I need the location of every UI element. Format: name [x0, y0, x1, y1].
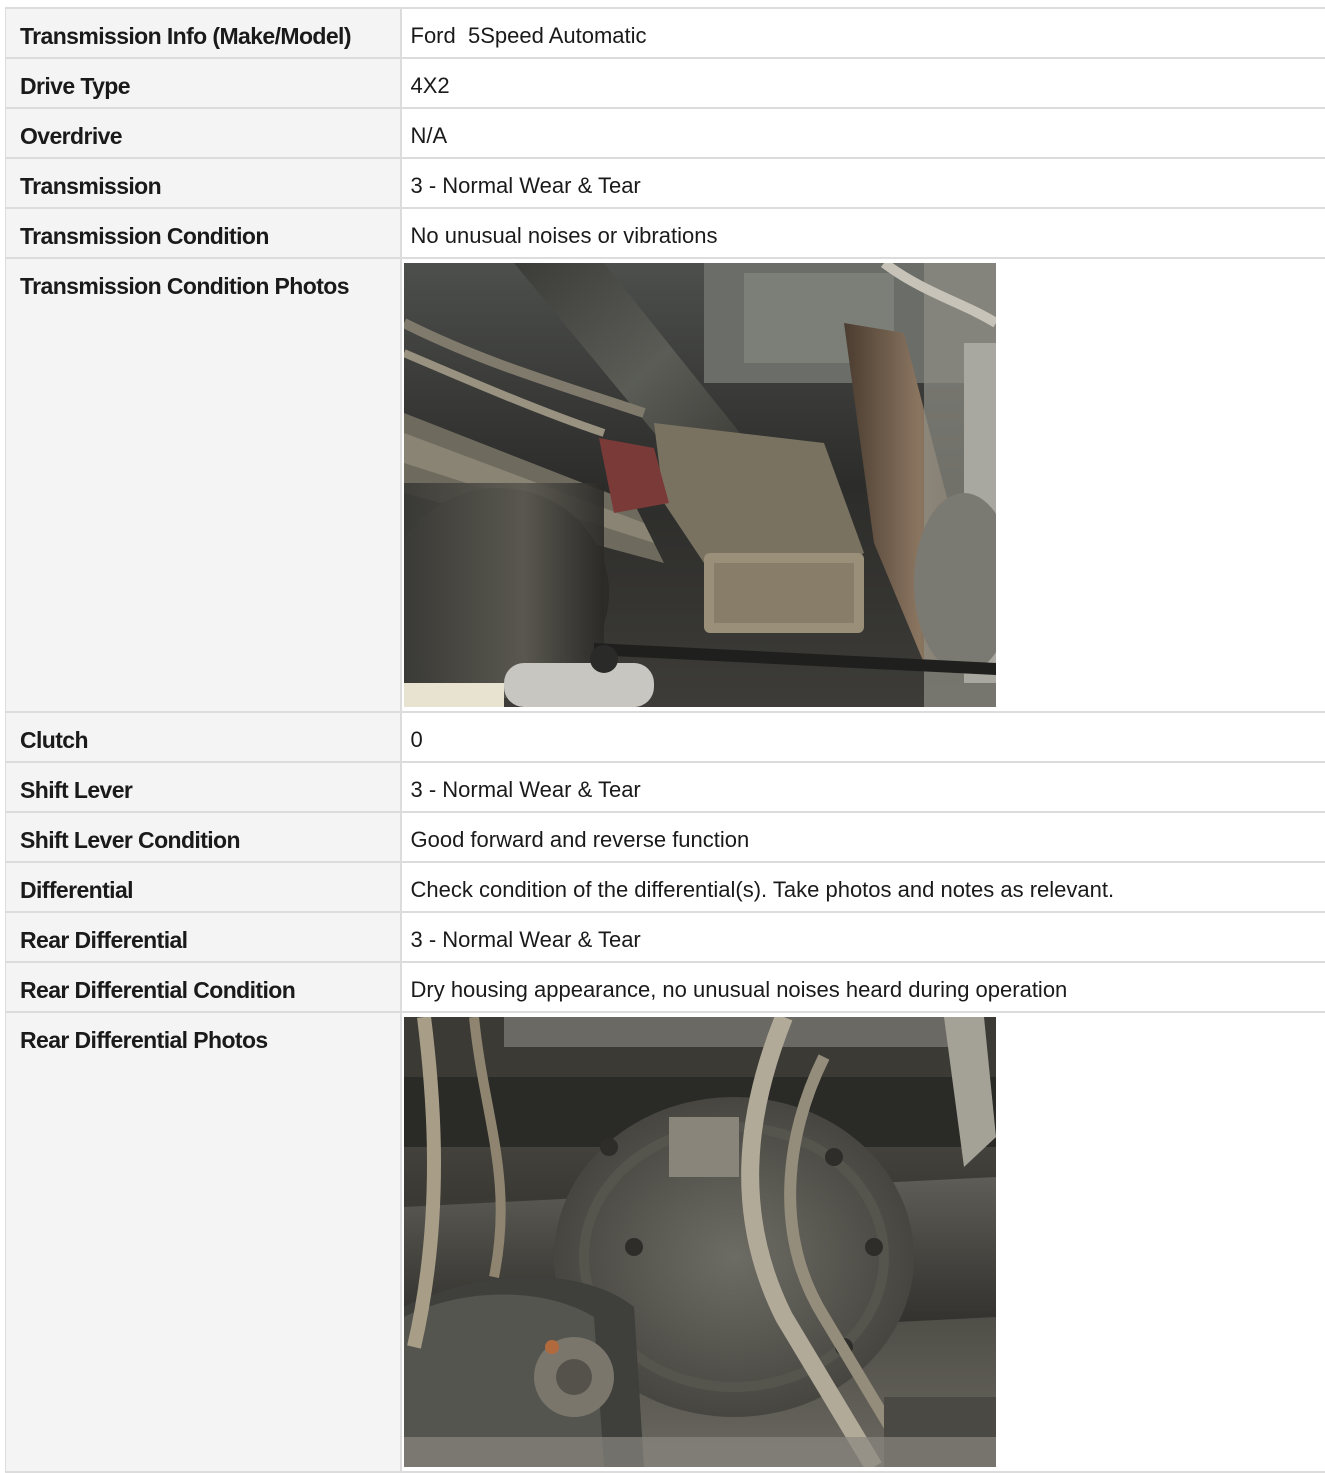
table-row: Transmission 3 - Normal Wear & Tear — [6, 158, 1325, 208]
table-row: Transmission Condition No unusual noises… — [6, 208, 1325, 258]
row-label: Transmission Info (Make/Model) — [6, 8, 401, 58]
row-label: Overdrive — [6, 108, 401, 158]
row-value: Good forward and reverse function — [401, 812, 1325, 862]
row-value: 3 - Normal Wear & Tear — [401, 158, 1325, 208]
row-value: 4X2 — [401, 58, 1325, 108]
row-label: Rear Differential Photos — [6, 1012, 401, 1472]
row-value: Dry housing appearance, no unusual noise… — [401, 962, 1325, 1012]
table-row: Rear Differential Condition Dry housing … — [6, 962, 1325, 1012]
table-row: Transmission Condition Photos — [6, 258, 1325, 712]
table-row: Shift Lever 3 - Normal Wear & Tear — [6, 762, 1325, 812]
table-row: Rear Differential 3 - Normal Wear & Tear — [6, 912, 1325, 962]
row-label: Transmission Condition — [6, 208, 401, 258]
row-label: Rear Differential — [6, 912, 401, 962]
table-row: Differential Check condition of the diff… — [6, 862, 1325, 912]
inspection-table: Transmission Info (Make/Model) Ford 5Spe… — [5, 7, 1325, 1473]
row-label: Differential — [6, 862, 401, 912]
row-label: Rear Differential Condition — [6, 962, 401, 1012]
row-label: Transmission — [6, 158, 401, 208]
row-label: Shift Lever — [6, 762, 401, 812]
row-label: Shift Lever Condition — [6, 812, 401, 862]
table-row: Overdrive N/A — [6, 108, 1325, 158]
row-value: Check condition of the differential(s). … — [401, 862, 1325, 912]
row-value: 3 - Normal Wear & Tear — [401, 912, 1325, 962]
row-photo-cell — [401, 258, 1325, 712]
row-photo-cell — [401, 1012, 1325, 1472]
row-value: No unusual noises or vibrations — [401, 208, 1325, 258]
row-label: Clutch — [6, 712, 401, 762]
table-row: Rear Differential Photos — [6, 1012, 1325, 1472]
row-value: N/A — [401, 108, 1325, 158]
table-row: Transmission Info (Make/Model) Ford 5Spe… — [6, 8, 1325, 58]
row-value: 3 - Normal Wear & Tear — [401, 762, 1325, 812]
transmission-underside-photo[interactable] — [404, 263, 996, 707]
row-value: Ford 5Speed Automatic — [401, 8, 1325, 58]
row-label: Drive Type — [6, 58, 401, 108]
table-row: Shift Lever Condition Good forward and r… — [6, 812, 1325, 862]
row-value: 0 — [401, 712, 1325, 762]
row-label: Transmission Condition Photos — [6, 258, 401, 712]
table-row: Clutch 0 — [6, 712, 1325, 762]
table-row: Drive Type 4X2 — [6, 58, 1325, 108]
rear-differential-photo[interactable] — [404, 1017, 996, 1467]
